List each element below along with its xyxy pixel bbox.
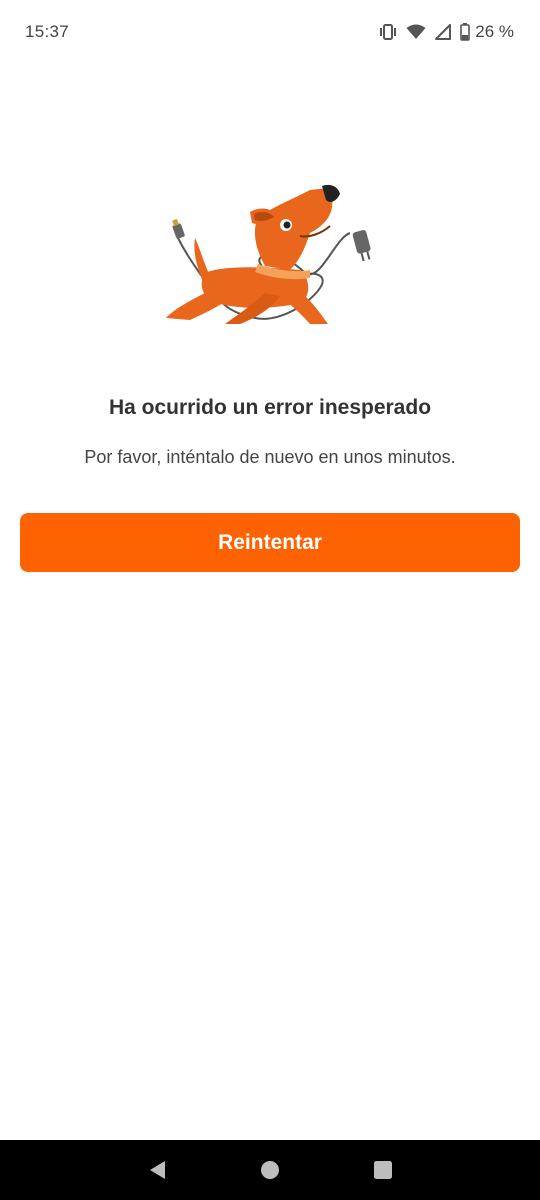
dog-with-cable-illustration — [160, 178, 390, 330]
battery-icon — [460, 23, 471, 41]
retry-button[interactable]: Reintentar — [20, 513, 520, 572]
vibrate-icon — [379, 24, 397, 40]
error-title: Ha ocurrido un error inesperado — [108, 396, 432, 419]
status-icons: 26 % — [379, 22, 514, 42]
wifi-icon — [406, 24, 426, 40]
navigation-bar — [0, 1140, 540, 1200]
status-time: 15:37 — [25, 22, 70, 41]
error-screen: 15:37 26 % Ha ocurrido un error inespera… — [0, 0, 540, 1200]
error-message: Por favor, inténtalo de nuevo en unos mi… — [84, 447, 456, 467]
signal-icon — [435, 24, 452, 40]
status-bar: 15:37 26 % — [0, 0, 540, 64]
home-icon[interactable] — [250, 1150, 290, 1190]
battery-percent: 26 % — [475, 22, 514, 41]
back-icon[interactable] — [137, 1150, 177, 1190]
recents-icon[interactable] — [363, 1150, 403, 1190]
